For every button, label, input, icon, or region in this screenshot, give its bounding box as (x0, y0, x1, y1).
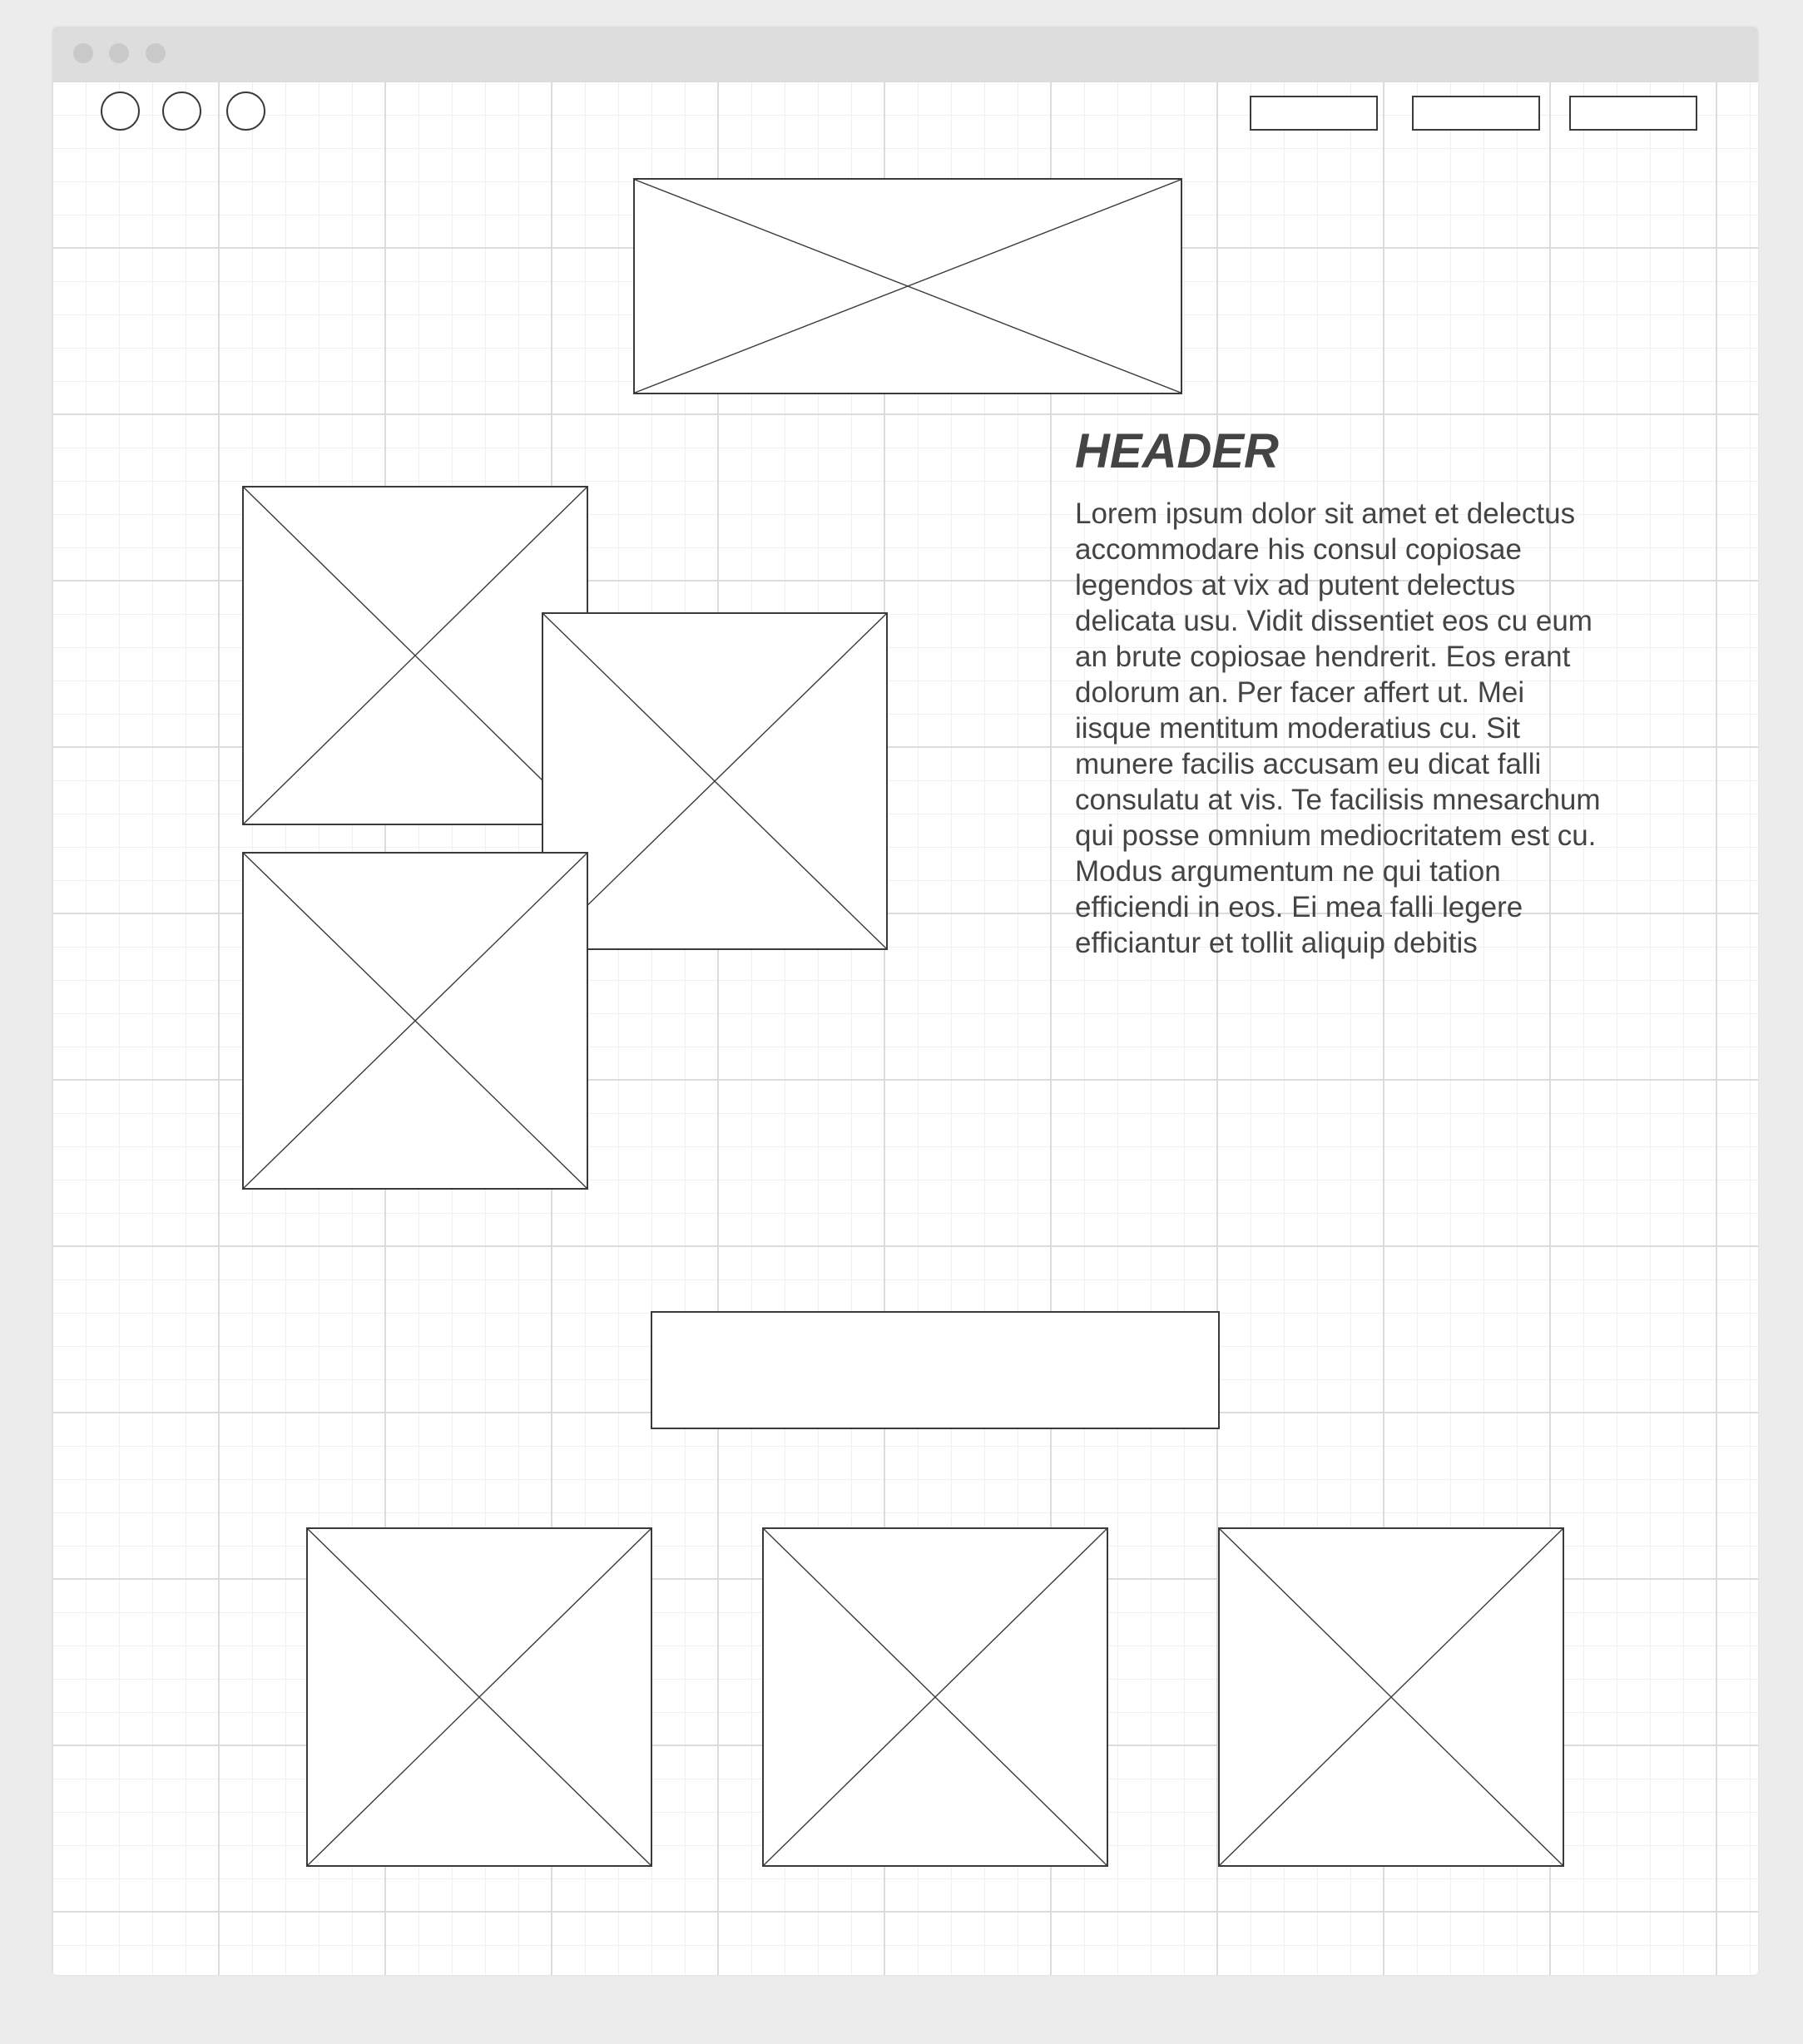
window-titlebar (52, 27, 1758, 82)
gallery-image-placeholder (306, 1527, 652, 1867)
social-circle-icon[interactable] (226, 92, 265, 131)
cta-banner[interactable] (651, 1311, 1220, 1429)
section-body-text: Lorem ipsum dolor sit amet et delectus a… (1075, 497, 1601, 959)
collage-image-placeholder (542, 612, 888, 950)
image-placeholder-icon (308, 1529, 651, 1865)
social-circle-icon[interactable] (101, 92, 140, 131)
wireframe-canvas: HEADER Lorem ipsum dolor sit amet et del… (52, 82, 1758, 1975)
section-header: HEADER (1075, 424, 1279, 478)
image-placeholder-icon (1220, 1529, 1563, 1865)
collage-image-placeholder (242, 486, 588, 825)
window-close-dot[interactable] (73, 43, 93, 63)
nav-button[interactable] (1250, 96, 1378, 131)
collage-image-placeholder (242, 852, 588, 1190)
image-placeholder-icon (764, 1529, 1107, 1865)
image-placeholder-icon (244, 487, 587, 824)
gallery-image-placeholder (762, 1527, 1108, 1867)
hero-image-placeholder (633, 178, 1182, 394)
image-placeholder-icon (543, 614, 886, 948)
window-minimize-dot[interactable] (109, 43, 129, 63)
nav-button[interactable] (1569, 96, 1697, 131)
gallery-image-placeholder (1218, 1527, 1564, 1867)
browser-window: HEADER Lorem ipsum dolor sit amet et del… (52, 27, 1758, 1975)
window-maximize-dot[interactable] (146, 43, 166, 63)
social-circle-icon[interactable] (162, 92, 201, 131)
nav-button[interactable] (1412, 96, 1540, 131)
image-placeholder-icon (244, 854, 587, 1188)
image-placeholder-icon (635, 180, 1181, 393)
